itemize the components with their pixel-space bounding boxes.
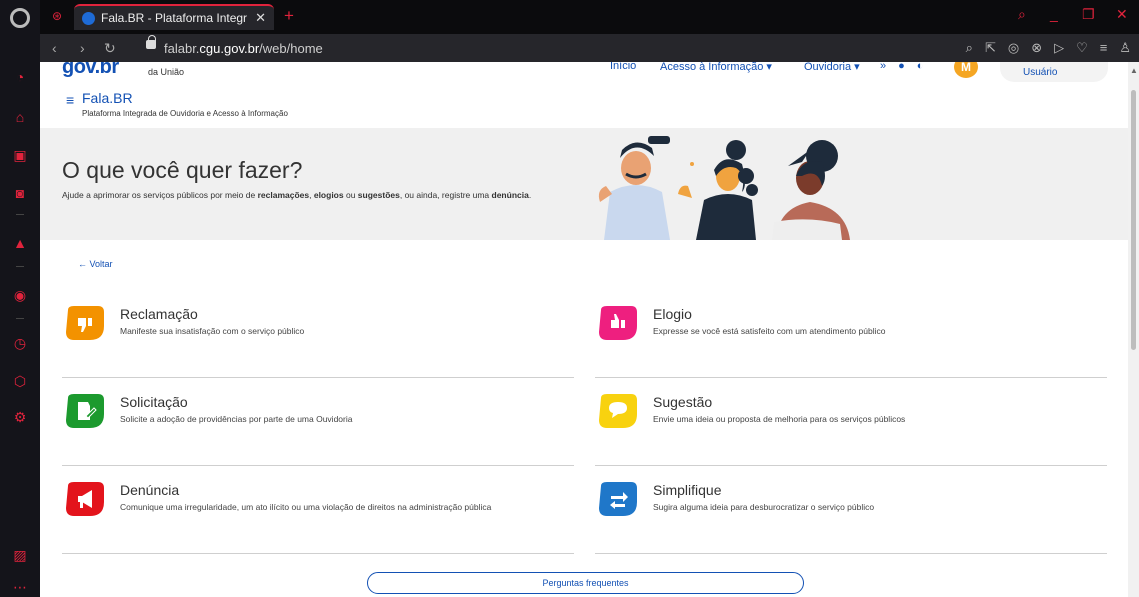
- screenshot-icon[interactable]: ◙: [11, 184, 29, 202]
- option-description: Sugira alguma ideia para desburocratizar…: [653, 502, 875, 512]
- app-name[interactable]: Fala.BR: [82, 90, 133, 106]
- megaphone-icon: [66, 482, 104, 516]
- forward-nav-icon[interactable]: ›: [80, 40, 85, 56]
- share-icon[interactable]: ⇱: [985, 40, 996, 56]
- falabr-favicon-icon: [82, 11, 95, 25]
- heart-icon[interactable]: ♡: [1076, 40, 1088, 56]
- accessibility-icon[interactable]: ●: [898, 62, 905, 72]
- speech-bubble-icon: [599, 394, 637, 428]
- address-bar-icons: ⌕ ⇱ ◎ ⊗ ▷ ♡ ≡ ♙: [966, 40, 1131, 56]
- address-bar: ‹ › ↻ falabr.cgu.gov.br/web/home ⌕ ⇱ ◎ ⊗…: [40, 34, 1139, 62]
- option-title: Elogio: [653, 306, 692, 322]
- app-description: Plataforma Integrada de Ouvidoria e Aces…: [82, 109, 288, 118]
- option-description: Manifeste sua insatisfação com o serviço…: [120, 326, 305, 336]
- wallpaper-icon[interactable]: ▨: [11, 546, 29, 564]
- back-nav-icon[interactable]: ‹: [52, 40, 57, 56]
- hero-subtitle: Ajude a aprimorar os serviços públicos p…: [62, 190, 532, 200]
- option-simplifique[interactable]: Simplifique Sugira alguma ideia para des…: [595, 466, 1107, 554]
- menu-icon[interactable]: ≡: [66, 92, 74, 108]
- option-description: Solicite a adoção de providências por pa…: [120, 414, 353, 424]
- camera-icon[interactable]: ◎: [1008, 40, 1019, 56]
- site-header: gov.br da União Início Acesso à Informaç…: [40, 62, 1128, 128]
- back-link[interactable]: ← Voltar: [78, 259, 113, 269]
- option-description: Envie uma ideia ou proposta de melhoria …: [653, 414, 906, 424]
- search-icon[interactable]: ⌕: [966, 40, 973, 56]
- shopping-icon[interactable]: ⌂: [11, 108, 29, 126]
- option-reclamacao[interactable]: Reclamação Manifeste sua insatisfação co…: [62, 290, 574, 378]
- twitch-icon[interactable]: ▣: [11, 146, 29, 164]
- thumbs-up-icon: [599, 306, 637, 340]
- sitemap-icon[interactable]: »: [880, 62, 886, 72]
- scrollbar-thumb[interactable]: [1131, 90, 1136, 350]
- more-icon[interactable]: ⋯: [11, 578, 29, 596]
- hero-banner: O que você quer fazer? Ajude a aprimorar…: [40, 128, 1128, 240]
- document-edit-icon: [66, 394, 104, 428]
- tab-title: Fala.BR - Plataforma Integr: [101, 11, 248, 25]
- option-title: Solicitação: [120, 394, 188, 410]
- restore-icon[interactable]: ❐: [1082, 6, 1095, 23]
- url-domain: cgu.gov.br: [199, 41, 260, 56]
- user-label[interactable]: Usuário: [1023, 67, 1057, 78]
- avatar[interactable]: M: [954, 62, 978, 78]
- sidebar-divider: [16, 266, 24, 267]
- nav-acesso-informacao[interactable]: Acesso à Informação ▾: [660, 62, 772, 73]
- simplify-arrows-icon: [599, 482, 637, 516]
- url-path: /web/home: [259, 41, 323, 56]
- tab-island-icon[interactable]: ⊛: [52, 9, 62, 23]
- header-icons: » ● ◐: [880, 62, 923, 72]
- option-title: Sugestão: [653, 394, 713, 410]
- option-solicitacao[interactable]: Solicitação Solicite a adoção de providê…: [62, 378, 574, 466]
- flow-icon[interactable]: ▷: [1054, 40, 1064, 56]
- new-tab-button[interactable]: +: [284, 6, 294, 26]
- option-denuncia[interactable]: Denúncia Comunique uma irregularidade, u…: [62, 466, 574, 554]
- tab-falabr[interactable]: Fala.BR - Plataforma Integr ✕: [74, 4, 274, 30]
- page-viewport: gov.br da União Início Acesso à Informaç…: [40, 62, 1128, 597]
- extensions-icon[interactable]: ⬡: [11, 372, 29, 390]
- option-description: Comunique uma irregularidade, um ato ilí…: [120, 502, 492, 512]
- tab-bar: ⊛ Fala.BR - Plataforma Integr ✕ + ⌕ _ ❐ …: [40, 0, 1139, 34]
- history-icon[interactable]: ◷: [11, 334, 29, 352]
- option-title: Reclamação: [120, 306, 198, 322]
- url-field[interactable]: falabr.cgu.gov.br/web/home: [164, 41, 323, 56]
- option-title: Simplifique: [653, 482, 722, 498]
- sidebar-divider: [16, 318, 24, 319]
- speed-dial-icon[interactable]: ◔: [11, 68, 29, 86]
- nav-ouvidoria[interactable]: Ouvidoria ▾: [804, 62, 860, 73]
- opera-logo-icon[interactable]: [10, 8, 30, 28]
- aria-icon[interactable]: ▲: [11, 234, 29, 252]
- page-title: O que você quer fazer?: [62, 157, 303, 183]
- account-icon[interactable]: ♙: [1119, 40, 1131, 56]
- adblock-icon[interactable]: ⊗: [1031, 40, 1042, 56]
- settings-icon[interactable]: ⚙: [11, 408, 29, 426]
- close-window-icon[interactable]: ✕: [1116, 6, 1128, 23]
- thumbs-down-icon: [66, 306, 104, 340]
- minimize-icon[interactable]: _: [1050, 6, 1058, 22]
- option-sugestao[interactable]: Sugestão Envie uma ideia ou proposta de …: [595, 378, 1107, 466]
- reload-icon[interactable]: ↻: [104, 40, 116, 57]
- people-illustration: [598, 136, 850, 240]
- org-name: da União: [148, 67, 185, 77]
- browser-sidebar: ◔ ⌂ ▣ ◙ ▲ ◉ ◷ ⬡ ⚙ ▨ ⋯: [0, 0, 40, 597]
- sidebar-divider: [16, 214, 24, 215]
- faq-button[interactable]: Perguntas frequentes: [367, 572, 804, 594]
- url-prefix: falabr.: [164, 41, 200, 56]
- govbr-logo[interactable]: gov.br: [62, 62, 119, 79]
- nav-inicio[interactable]: Início: [610, 62, 636, 72]
- player-icon[interactable]: ◉: [11, 286, 29, 304]
- option-title: Denúncia: [120, 482, 180, 498]
- scroll-up-icon[interactable]: ▲: [1130, 66, 1138, 75]
- close-tab-icon[interactable]: ✕: [255, 10, 266, 26]
- easy-setup-icon[interactable]: ≡: [1100, 40, 1108, 56]
- contrast-icon[interactable]: ◐: [917, 62, 924, 72]
- lock-icon[interactable]: [146, 35, 156, 49]
- option-description: Expresse se você está satisfeito com um …: [653, 326, 886, 336]
- option-elogio[interactable]: Elogio Expresse se você está satisfeito …: [595, 290, 1107, 378]
- page-scrollbar[interactable]: ▲: [1128, 62, 1139, 597]
- search-tabs-icon[interactable]: ⌕: [1018, 6, 1026, 23]
